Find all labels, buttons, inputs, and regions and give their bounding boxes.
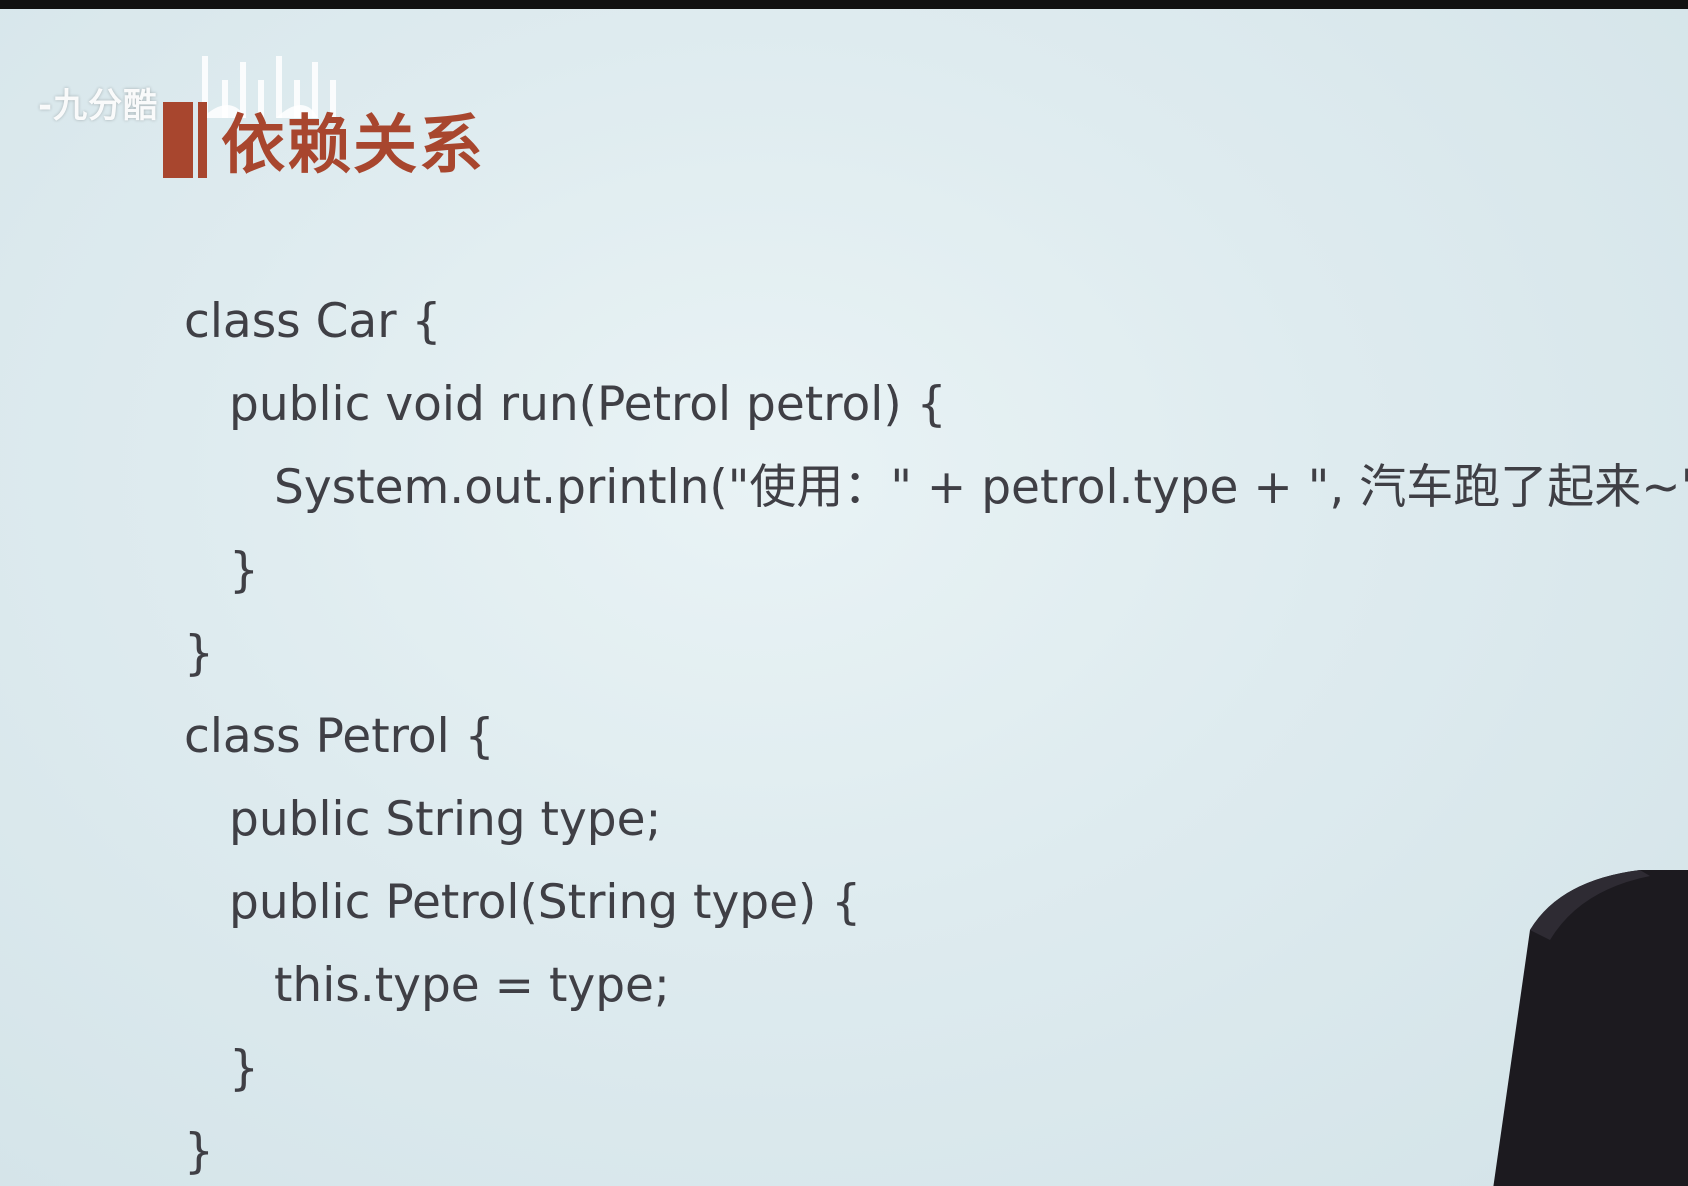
code-line: }	[229, 1041, 259, 1096]
top-bar	[0, 0, 1688, 9]
code-line: class Petrol {	[184, 709, 495, 764]
slide-title: 依赖关系	[221, 109, 485, 183]
code-line: public void run(Petrol petrol) {	[229, 377, 947, 432]
video-frame: -九分酷 依赖关系 class Car { public void run(Pet…	[0, 0, 1688, 1186]
presenter-silhouette	[1493, 870, 1688, 1186]
title-bar-icon	[163, 102, 207, 178]
code-line: class Car {	[184, 294, 442, 349]
code-line: public String type;	[229, 792, 662, 847]
code-line: this.type = type;	[274, 958, 670, 1013]
code-line: public Petrol(String type) {	[229, 875, 862, 930]
watermark-text: -九分酷	[38, 86, 159, 126]
code-line: System.out.println("使用：" + petrol.type +…	[274, 460, 1688, 515]
slide-title-group: 依赖关系	[163, 100, 485, 183]
code-line: }	[184, 1124, 214, 1179]
code-line: }	[229, 543, 259, 598]
code-block: class Car { public void run(Petrol petrol…	[184, 280, 1688, 1186]
code-line: }	[184, 626, 214, 681]
